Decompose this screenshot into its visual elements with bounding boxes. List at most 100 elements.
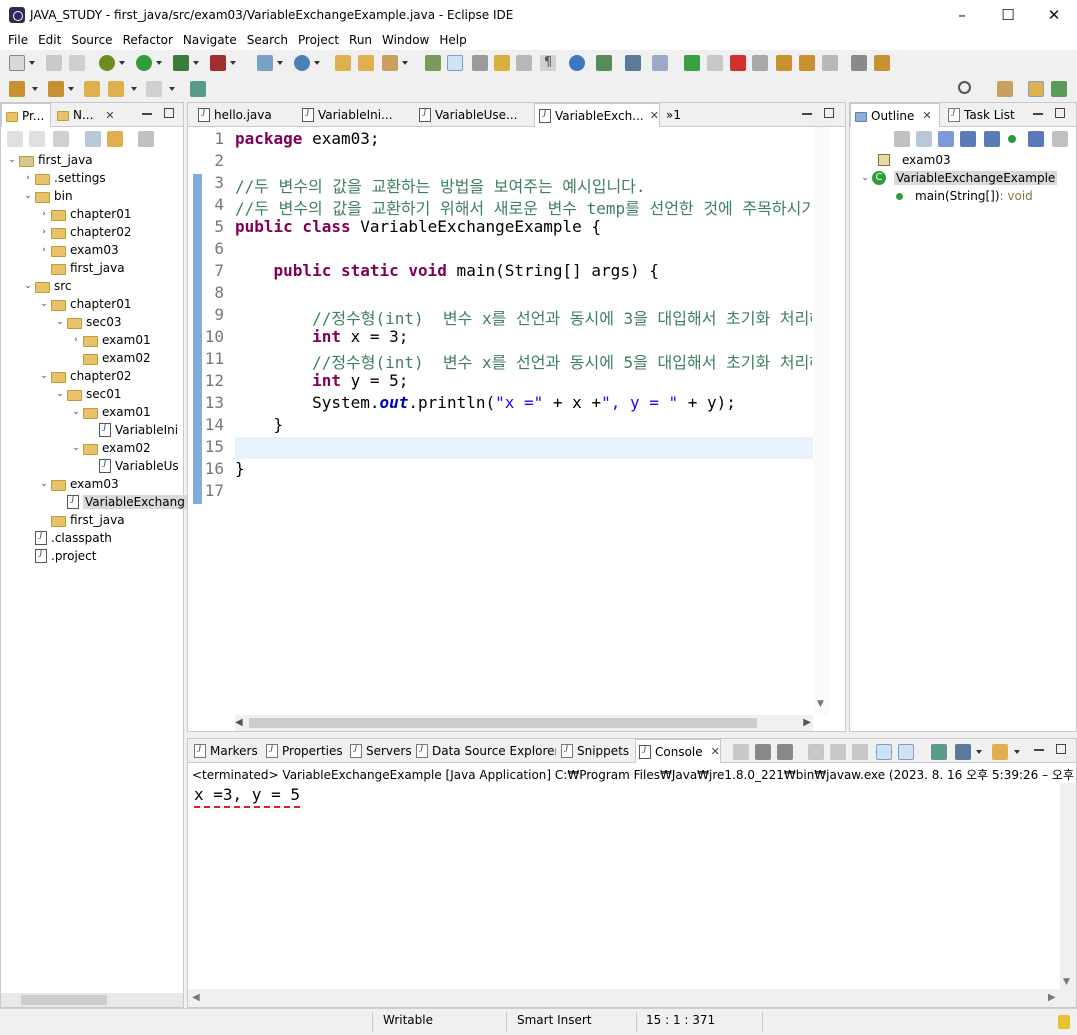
tab-variable-exchange[interactable]: VariableExch...✕	[534, 103, 660, 127]
tree-chevron-icon[interactable]: ⌄	[55, 389, 65, 399]
console-horizontal-scrollbar[interactable]: ◀ ▶	[188, 989, 1076, 1007]
java-perspective-icon[interactable]	[1028, 81, 1044, 97]
remove-launch-icon[interactable]	[755, 744, 771, 760]
code-line[interactable]: int x = 3;	[235, 327, 408, 346]
scroll-down-icon[interactable]: ▼	[817, 699, 824, 709]
tab-navigator[interactable]: N... ✕	[53, 103, 123, 127]
menu-help[interactable]: Help	[434, 30, 471, 50]
scroll-right-icon[interactable]: ▶	[803, 717, 811, 728]
notification-icon[interactable]	[1058, 1015, 1070, 1029]
code-line[interactable]: }	[235, 415, 284, 434]
close-tab-icon[interactable]: ✕	[711, 745, 720, 758]
console-view-icon[interactable]	[625, 55, 641, 71]
minimize-view-icon[interactable]	[1034, 744, 1044, 751]
tree-item[interactable]: VariableIni	[87, 421, 178, 439]
debug-icon[interactable]	[99, 55, 115, 71]
tab-snippets[interactable]: Snippets	[561, 739, 633, 763]
highlight-icon[interactable]	[447, 55, 463, 71]
editor-scroll-thumb[interactable]	[249, 718, 757, 728]
tree-item[interactable]: › .settings	[23, 169, 105, 187]
tree-chevron-icon[interactable]: ⌄	[39, 479, 49, 489]
minimize-editor-icon[interactable]	[802, 108, 812, 115]
code-area[interactable]: 1 package exam03; 2 3 //두 변수의 값을 교환하는 방법을 보여…	[188, 127, 845, 715]
tab-properties[interactable]: Properties	[266, 739, 346, 763]
code-line[interactable]: System.out.println("x =" + x +", y = " +…	[235, 393, 736, 412]
menu-search[interactable]: Search	[242, 30, 293, 50]
status-insert-mode[interactable]: Smart Insert	[517, 1013, 592, 1027]
tree-chevron-icon[interactable]: ⌄	[71, 407, 81, 417]
pin-editor-icon[interactable]	[190, 81, 206, 97]
open-perspective-icon[interactable]	[997, 81, 1013, 97]
code-line[interactable]: //정수형(int) 변수 x를 선언과 동시에 5을 대입해서 초기화 처리해…	[235, 349, 812, 373]
forward-icon[interactable]	[146, 81, 162, 97]
code-line[interactable]: public static void main(String[] args) {	[235, 261, 659, 280]
tree-chevron-icon[interactable]: ›	[39, 227, 49, 237]
tree-item[interactable]: VariableUs	[87, 457, 179, 475]
status-cursor-position[interactable]: 15 : 1 : 371	[646, 1013, 715, 1027]
tree-item[interactable]: .classpath	[23, 529, 112, 547]
maximize-button[interactable]: ☐	[985, 0, 1031, 30]
display-console-icon[interactable]	[955, 744, 971, 760]
code-line[interactable]: //정수형(int) 변수 x를 선언과 동시에 3을 대입해서 초기화 처리해…	[235, 305, 812, 329]
close-tab-icon[interactable]: ✕	[105, 109, 114, 122]
editor-vertical-scrollbar[interactable]: ▼	[814, 127, 829, 715]
external-tools-icon[interactable]	[210, 55, 226, 71]
scroll-down-icon[interactable]: ▼	[1063, 977, 1070, 987]
tab-data-source-explorer[interactable]: Data Source Explorer	[416, 739, 556, 763]
code-line[interactable]: int y = 5;	[235, 371, 408, 390]
tree-scroll-thumb[interactable]	[21, 995, 107, 1005]
search-tool-icon[interactable]	[382, 55, 398, 71]
tree-item[interactable]: first_java	[39, 259, 125, 277]
scroll-right-icon[interactable]: ▶	[1048, 992, 1056, 1003]
tree-chevron-icon[interactable]: ⌄	[39, 371, 49, 381]
menu-window[interactable]: Window	[377, 30, 434, 50]
pilcrow-icon[interactable]: ¶	[540, 55, 556, 71]
show-stdout-icon[interactable]	[876, 744, 892, 760]
outline-package[interactable]: exam03	[878, 151, 951, 169]
tree-item[interactable]: ⌄ exam02	[71, 439, 150, 457]
tree-item[interactable]: .project	[23, 547, 96, 565]
disconnect-icon[interactable]	[752, 55, 768, 71]
tree-item[interactable]: VariableExchang	[55, 493, 187, 511]
maximize-view-icon[interactable]	[164, 108, 174, 118]
sort-icon[interactable]	[938, 131, 954, 147]
tree-chevron-icon[interactable]: ⌄	[23, 281, 33, 291]
code-line[interactable]: package exam03;	[235, 129, 380, 148]
menu-refactor[interactable]: Refactor	[118, 30, 178, 50]
perspective-icon[interactable]	[596, 55, 612, 71]
minimize-button[interactable]: –	[939, 0, 985, 30]
terminate-icon[interactable]	[730, 55, 746, 71]
back-nav-icon[interactable]	[7, 131, 23, 147]
tab-package-explorer[interactable]: Pr...	[1, 103, 51, 127]
forward-nav-icon[interactable]	[29, 131, 45, 147]
tab-servers[interactable]: Servers	[350, 739, 412, 763]
tree-item[interactable]: ⌄ sec03	[55, 313, 121, 331]
drop-to-frame-icon[interactable]	[874, 55, 890, 71]
open-console-icon[interactable]	[992, 744, 1008, 760]
block-select-icon[interactable]	[516, 55, 532, 71]
maximize-view-icon[interactable]	[1056, 744, 1066, 754]
menu-run[interactable]: Run	[344, 30, 377, 50]
web-browser-icon[interactable]	[569, 55, 585, 71]
resume-icon[interactable]	[684, 55, 700, 71]
coverage-icon[interactable]	[173, 55, 189, 71]
save-all-icon[interactable]	[69, 55, 85, 71]
console-output-area[interactable]: x =3, y = 5	[188, 783, 1060, 989]
tree-chevron-icon[interactable]: ⌄	[39, 299, 49, 309]
tree-chevron-icon[interactable]: ›	[71, 335, 81, 345]
outline-method[interactable]: main(String[]) : void	[896, 187, 1033, 205]
hide-nonpublic-icon[interactable]	[1008, 135, 1016, 143]
tree-item[interactable]: › exam03	[39, 241, 118, 259]
tab-variable-ini[interactable]: VariableIni...	[298, 103, 413, 127]
debug-perspective-icon[interactable]	[1051, 81, 1067, 97]
step-into-icon[interactable]	[776, 55, 792, 71]
use-step-filters-icon[interactable]	[851, 55, 867, 71]
minimize-view-icon[interactable]	[142, 108, 152, 115]
minimize-view-icon[interactable]	[1033, 108, 1043, 115]
tree-item[interactable]: first_java	[39, 511, 125, 529]
tab-variable-use[interactable]: VariableUse...	[415, 103, 533, 127]
last-edit-icon[interactable]	[84, 81, 100, 97]
tree-item[interactable]: ⌄ sec01	[55, 385, 121, 403]
tree-item[interactable]: › chapter02	[39, 223, 131, 241]
tree-chevron-icon[interactable]: ⌄	[23, 191, 33, 201]
